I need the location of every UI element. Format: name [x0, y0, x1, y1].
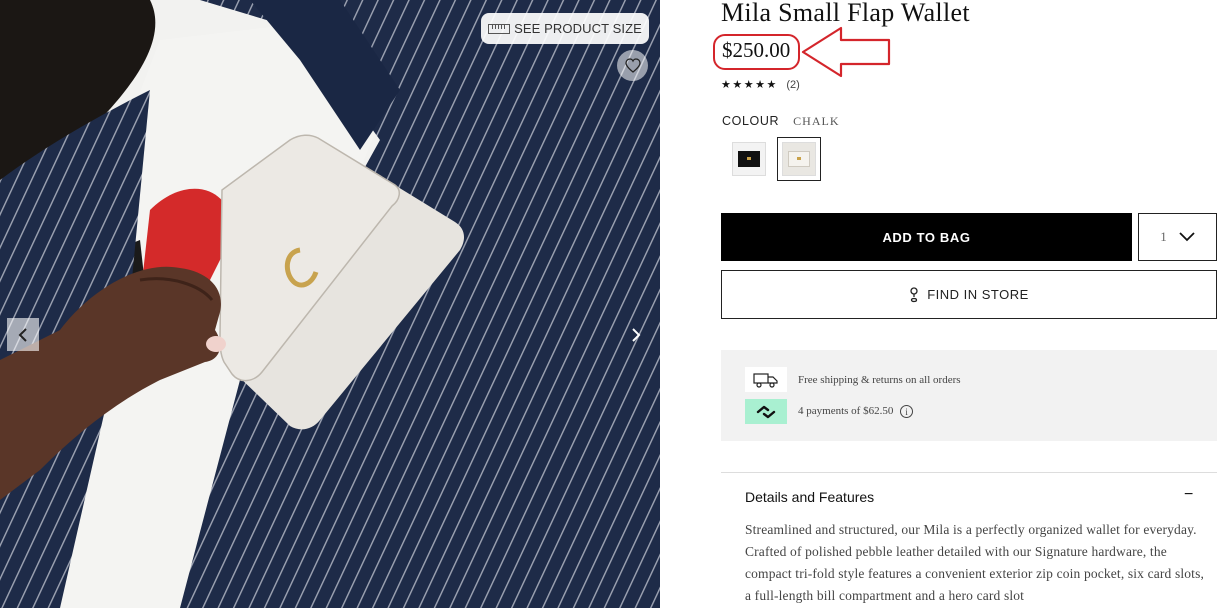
rating-count: (2): [786, 79, 800, 91]
payments-text: 4 payments of $62.50: [798, 405, 894, 418]
quantity-value: 1: [1160, 229, 1167, 244]
product-photo: [0, 0, 660, 608]
payments-info: 4 payments of $62.50 i: [745, 399, 914, 424]
shipping-text: Free shipping & returns on all orders: [798, 373, 961, 386]
price-highlight-circle: [713, 34, 800, 70]
product-rating[interactable]: ★★★★★ (2): [721, 78, 800, 91]
chevron-down-icon: [1179, 232, 1195, 242]
shipping-payments-box: Free shipping & returns on all orders 4 …: [721, 350, 1217, 441]
swatch-black-thumbnail: [738, 151, 760, 167]
chevron-left-icon: [18, 327, 27, 342]
annotation-arrow-icon: [801, 26, 891, 78]
product-image-gallery: SEE PRODUCT SIZE: [0, 0, 660, 608]
colour-selector-label: COLOUR CHALK: [722, 114, 840, 129]
see-product-size-button[interactable]: SEE PRODUCT SIZE: [481, 13, 649, 44]
shipping-info: Free shipping & returns on all orders: [745, 367, 961, 392]
afterpay-icon: [745, 399, 787, 424]
details-description: Streamlined and structured, our Mila is …: [745, 522, 1204, 603]
chevron-right-icon: [632, 327, 641, 342]
product-info-panel: Mila Small Flap Wallet $250.00 ★★★★★ (2)…: [713, 0, 1217, 608]
details-and-features-heading[interactable]: Details and Features: [745, 489, 874, 505]
wishlist-button[interactable]: [617, 50, 648, 81]
info-icon[interactable]: i: [900, 405, 914, 418]
ruler-icon: [488, 23, 511, 34]
rating-stars: ★★★★★: [721, 79, 778, 91]
swatch-black[interactable]: [727, 137, 771, 181]
add-to-bag-button[interactable]: ADD TO BAG: [721, 213, 1132, 261]
find-in-store-button[interactable]: FIND IN STORE: [721, 270, 1217, 319]
minus-icon[interactable]: −: [1184, 486, 1193, 504]
quantity-select[interactable]: 1: [1138, 213, 1217, 261]
colour-label: COLOUR: [722, 114, 780, 128]
swatch-chalk[interactable]: [777, 137, 821, 181]
delivery-truck-icon: [745, 367, 787, 392]
see-product-size-label: SEE PRODUCT SIZE: [514, 21, 642, 36]
previous-image-button[interactable]: [7, 318, 39, 351]
section-divider: [721, 472, 1217, 473]
map-pin-icon: [910, 286, 918, 302]
swatch-chalk-thumbnail: [788, 151, 810, 167]
heart-icon: [624, 58, 641, 73]
next-image-button[interactable]: [620, 318, 652, 351]
product-title: Mila Small Flap Wallet: [721, 0, 970, 27]
find-in-store-label: FIND IN STORE: [927, 287, 1029, 302]
colour-value: CHALK: [793, 114, 840, 128]
